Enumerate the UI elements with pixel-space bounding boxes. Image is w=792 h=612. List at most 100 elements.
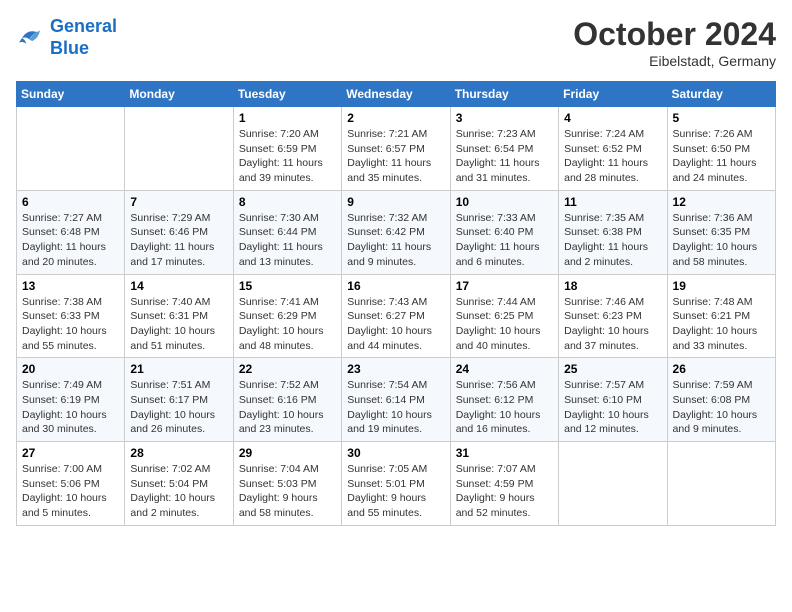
- day-info: Sunrise: 7:41 AMSunset: 6:29 PMDaylight:…: [239, 295, 336, 354]
- day-info: Sunrise: 7:43 AMSunset: 6:27 PMDaylight:…: [347, 295, 444, 354]
- calendar-cell: 23 Sunrise: 7:54 AMSunset: 6:14 PMDayligh…: [342, 358, 450, 442]
- day-number: 19: [673, 279, 770, 293]
- day-number: 14: [130, 279, 227, 293]
- calendar-cell: [559, 442, 667, 526]
- day-info: Sunrise: 7:59 AMSunset: 6:08 PMDaylight:…: [673, 378, 770, 437]
- calendar-table: SundayMondayTuesdayWednesdayThursdayFrid…: [16, 81, 776, 526]
- day-number: 10: [456, 195, 553, 209]
- day-number: 9: [347, 195, 444, 209]
- day-info: Sunrise: 7:32 AMSunset: 6:42 PMDaylight:…: [347, 211, 444, 270]
- logo: General Blue: [16, 16, 117, 59]
- calendar-cell: 7 Sunrise: 7:29 AMSunset: 6:46 PMDaylight…: [125, 190, 233, 274]
- day-info: Sunrise: 7:04 AMSunset: 5:03 PMDaylight:…: [239, 462, 336, 521]
- day-info: Sunrise: 7:05 AMSunset: 5:01 PMDaylight:…: [347, 462, 444, 521]
- calendar-cell: 25Sunrise: 7:57 AMSunset: 6:10 PMDayligh…: [559, 358, 667, 442]
- day-info: Sunrise: 7:23 AMSunset: 6:54 PMDaylight:…: [456, 127, 553, 186]
- calendar-cell: 9 Sunrise: 7:32 AMSunset: 6:42 PMDaylight…: [342, 190, 450, 274]
- calendar-cell: 11 Sunrise: 7:35 AMSunset: 6:38 PMDayligh…: [559, 190, 667, 274]
- day-info: Sunrise: 7:30 AMSunset: 6:44 PMDaylight:…: [239, 211, 336, 270]
- day-number: 24: [456, 362, 553, 376]
- day-number: 26: [673, 362, 770, 376]
- title-block: October 2024 Eibelstadt, Germany: [573, 16, 776, 69]
- day-number: 23: [347, 362, 444, 376]
- calendar-cell: 14 Sunrise: 7:40 AMSunset: 6:31 PMDayligh…: [125, 274, 233, 358]
- calendar-week-3: 13Sunrise: 7:38 AMSunset: 6:33 PMDayligh…: [17, 274, 776, 358]
- calendar-cell: 5 Sunrise: 7:26 AMSunset: 6:50 PMDaylight…: [667, 107, 775, 191]
- calendar-cell: [125, 107, 233, 191]
- day-info: Sunrise: 7:40 AMSunset: 6:31 PMDaylight:…: [130, 295, 227, 354]
- day-info: Sunrise: 7:46 AMSunset: 6:23 PMDaylight:…: [564, 295, 661, 354]
- day-info: Sunrise: 7:51 AMSunset: 6:17 PMDaylight:…: [130, 378, 227, 437]
- page-header: General Blue October 2024 Eibelstadt, Ge…: [16, 16, 776, 69]
- day-info: Sunrise: 7:52 AMSunset: 6:16 PMDaylight:…: [239, 378, 336, 437]
- calendar-week-1: 1 Sunrise: 7:20 AMSunset: 6:59 PMDaylight…: [17, 107, 776, 191]
- day-info: Sunrise: 7:21 AMSunset: 6:57 PMDaylight:…: [347, 127, 444, 186]
- day-info: Sunrise: 7:24 AMSunset: 6:52 PMDaylight:…: [564, 127, 661, 186]
- day-info: Sunrise: 7:35 AMSunset: 6:38 PMDaylight:…: [564, 211, 661, 270]
- day-number: 17: [456, 279, 553, 293]
- calendar-cell: 8 Sunrise: 7:30 AMSunset: 6:44 PMDaylight…: [233, 190, 341, 274]
- logo-icon: [16, 23, 46, 53]
- day-number: 16: [347, 279, 444, 293]
- calendar-cell: [17, 107, 125, 191]
- calendar-cell: 3 Sunrise: 7:23 AMSunset: 6:54 PMDaylight…: [450, 107, 558, 191]
- day-number: 25: [564, 362, 661, 376]
- calendar-cell: 24 Sunrise: 7:56 AMSunset: 6:12 PMDayligh…: [450, 358, 558, 442]
- calendar-cell: 29 Sunrise: 7:04 AMSunset: 5:03 PMDayligh…: [233, 442, 341, 526]
- day-number: 8: [239, 195, 336, 209]
- day-number: 3: [456, 111, 553, 125]
- day-number: 27: [22, 446, 119, 460]
- calendar-cell: 18Sunrise: 7:46 AMSunset: 6:23 PMDayligh…: [559, 274, 667, 358]
- calendar-cell: [667, 442, 775, 526]
- logo-blue: Blue: [50, 38, 89, 58]
- calendar-cell: 21 Sunrise: 7:51 AMSunset: 6:17 PMDayligh…: [125, 358, 233, 442]
- day-info: Sunrise: 7:56 AMSunset: 6:12 PMDaylight:…: [456, 378, 553, 437]
- day-number: 11: [564, 195, 661, 209]
- day-info: Sunrise: 7:36 AMSunset: 6:35 PMDaylight:…: [673, 211, 770, 270]
- calendar-cell: 4 Sunrise: 7:24 AMSunset: 6:52 PMDaylight…: [559, 107, 667, 191]
- calendar-cell: 20 Sunrise: 7:49 AMSunset: 6:19 PMDayligh…: [17, 358, 125, 442]
- day-info: Sunrise: 7:48 AMSunset: 6:21 PMDaylight:…: [673, 295, 770, 354]
- day-number: 21: [130, 362, 227, 376]
- weekday-header-wednesday: Wednesday: [342, 82, 450, 107]
- calendar-cell: 10 Sunrise: 7:33 AMSunset: 6:40 PMDayligh…: [450, 190, 558, 274]
- month-title: October 2024: [573, 16, 776, 53]
- day-info: Sunrise: 7:49 AMSunset: 6:19 PMDaylight:…: [22, 378, 119, 437]
- weekday-header-saturday: Saturday: [667, 82, 775, 107]
- calendar-cell: 19 Sunrise: 7:48 AMSunset: 6:21 PMDayligh…: [667, 274, 775, 358]
- calendar-cell: 30 Sunrise: 7:05 AMSunset: 5:01 PMDayligh…: [342, 442, 450, 526]
- weekday-header-monday: Monday: [125, 82, 233, 107]
- day-info: Sunrise: 7:54 AMSunset: 6:14 PMDaylight:…: [347, 378, 444, 437]
- calendar-cell: 16 Sunrise: 7:43 AMSunset: 6:27 PMDayligh…: [342, 274, 450, 358]
- day-number: 20: [22, 362, 119, 376]
- calendar-cell: 13Sunrise: 7:38 AMSunset: 6:33 PMDayligh…: [17, 274, 125, 358]
- logo-general: General: [50, 16, 117, 36]
- day-number: 4: [564, 111, 661, 125]
- calendar-week-4: 20 Sunrise: 7:49 AMSunset: 6:19 PMDayligh…: [17, 358, 776, 442]
- day-info: Sunrise: 7:26 AMSunset: 6:50 PMDaylight:…: [673, 127, 770, 186]
- day-number: 13: [22, 279, 119, 293]
- weekday-header-row: SundayMondayTuesdayWednesdayThursdayFrid…: [17, 82, 776, 107]
- day-number: 12: [673, 195, 770, 209]
- day-number: 15: [239, 279, 336, 293]
- weekday-header-tuesday: Tuesday: [233, 82, 341, 107]
- day-number: 1: [239, 111, 336, 125]
- day-number: 31: [456, 446, 553, 460]
- calendar-cell: 28Sunrise: 7:02 AMSunset: 5:04 PMDayligh…: [125, 442, 233, 526]
- day-number: 30: [347, 446, 444, 460]
- calendar-cell: 31Sunrise: 7:07 AMSunset: 4:59 PMDayligh…: [450, 442, 558, 526]
- day-number: 22: [239, 362, 336, 376]
- weekday-header-sunday: Sunday: [17, 82, 125, 107]
- calendar-cell: 26 Sunrise: 7:59 AMSunset: 6:08 PMDayligh…: [667, 358, 775, 442]
- day-info: Sunrise: 7:20 AMSunset: 6:59 PMDaylight:…: [239, 127, 336, 186]
- day-info: Sunrise: 7:29 AMSunset: 6:46 PMDaylight:…: [130, 211, 227, 270]
- location-label: Eibelstadt, Germany: [573, 53, 776, 69]
- day-number: 7: [130, 195, 227, 209]
- day-number: 29: [239, 446, 336, 460]
- day-number: 28: [130, 446, 227, 460]
- weekday-header-friday: Friday: [559, 82, 667, 107]
- day-number: 5: [673, 111, 770, 125]
- day-info: Sunrise: 7:33 AMSunset: 6:40 PMDaylight:…: [456, 211, 553, 270]
- calendar-cell: 12 Sunrise: 7:36 AMSunset: 6:35 PMDayligh…: [667, 190, 775, 274]
- calendar-week-5: 27Sunrise: 7:00 AMSunset: 5:06 PMDayligh…: [17, 442, 776, 526]
